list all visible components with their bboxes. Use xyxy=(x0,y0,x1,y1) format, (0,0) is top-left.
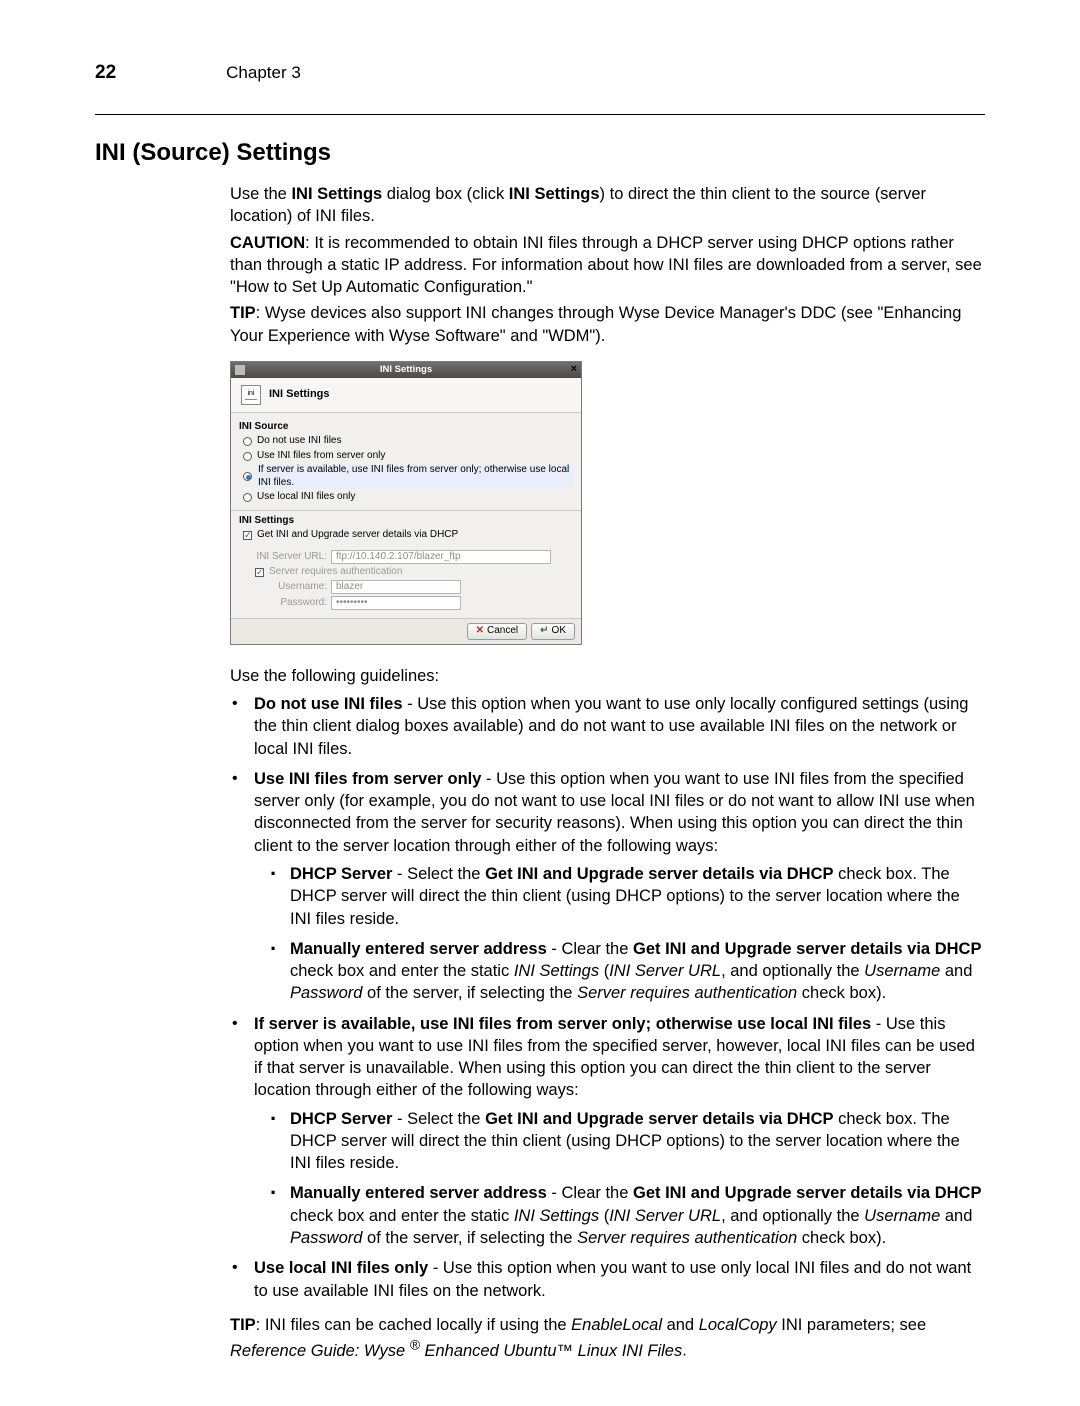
ini-settings-title: INI Settings xyxy=(239,515,573,528)
section-heading: INI (Source) Settings xyxy=(95,137,985,169)
radio-icon xyxy=(243,437,252,446)
checkbox-dhcp[interactable]: Get INI and Upgrade server details via D… xyxy=(243,529,573,542)
dialog-header-text: INI Settings xyxy=(269,388,330,402)
list-item: Manually entered server address - Clear … xyxy=(290,938,985,1005)
radio-icon xyxy=(243,452,252,461)
ini-settings-dialog: INI Settings × ini INI Settings INI Sour… xyxy=(230,361,582,645)
password-label: Password: xyxy=(249,597,327,610)
radio-do-not-use[interactable]: Do not use INI files xyxy=(243,435,573,448)
window-icon xyxy=(235,365,245,375)
dialog-title: INI Settings xyxy=(231,364,581,376)
cancel-icon: ✕ xyxy=(476,625,484,638)
username-label: Username: xyxy=(249,581,327,594)
intro-block: Use the INI Settings dialog box (click I… xyxy=(230,183,985,1302)
username-input[interactable]: blazer xyxy=(331,580,461,594)
caution-paragraph: CAUTION: It is recommended to obtain INI… xyxy=(230,232,985,299)
dialog-button-bar: ✕Cancel ↵OK xyxy=(231,618,581,644)
guidelines-list: Do not use INI files - Use this option w… xyxy=(230,693,985,1302)
radio-icon xyxy=(243,472,252,481)
list-item: Use INI files from server only - Use thi… xyxy=(254,768,985,1005)
list-item: Manually entered server address - Clear … xyxy=(290,1182,985,1249)
ok-button[interactable]: ↵OK xyxy=(531,623,575,640)
radio-icon xyxy=(243,493,252,502)
radio-server-else-local[interactable]: If server is available, use INI files fr… xyxy=(243,464,573,489)
close-icon[interactable]: × xyxy=(571,363,577,377)
password-input[interactable]: ••••••••• xyxy=(331,596,461,610)
page-number: 22 xyxy=(95,60,116,86)
divider xyxy=(231,510,581,511)
url-input[interactable]: ftp://10.140.2.107/blazer_ftp xyxy=(331,550,551,564)
ok-icon: ↵ xyxy=(540,625,548,638)
ini-source-title: INI Source xyxy=(239,421,573,434)
guidelines-intro: Use the following guidelines: xyxy=(230,665,985,687)
list-item: Use local INI files only - Use this opti… xyxy=(254,1257,985,1302)
url-label: INI Server URL: xyxy=(249,551,327,564)
list-item: Do not use INI files - Use this option w… xyxy=(254,693,985,760)
field-url: INI Server URL: ftp://10.140.2.107/blaze… xyxy=(249,550,573,564)
intro-paragraph: Use the INI Settings dialog box (click I… xyxy=(230,183,985,228)
chapter-label: Chapter 3 xyxy=(226,62,301,85)
field-password: Password: ••••••••• xyxy=(249,596,573,610)
tip-footer: TIP: INI files can be cached locally if … xyxy=(230,1314,985,1362)
checkbox-icon xyxy=(255,568,264,577)
list-item: DHCP Server - Select the Get INI and Upg… xyxy=(290,863,985,930)
page: 22 Chapter 3 INI (Source) Settings Use t… xyxy=(0,0,1080,1406)
list-item: DHCP Server - Select the Get INI and Upg… xyxy=(290,1108,985,1175)
checkbox-icon xyxy=(243,531,252,540)
list-item: If server is available, use INI files fr… xyxy=(254,1013,985,1250)
cancel-button[interactable]: ✕Cancel xyxy=(467,623,528,640)
page-header: 22 Chapter 3 xyxy=(95,60,985,115)
ini-file-icon: ini xyxy=(241,385,261,405)
radio-server-only[interactable]: Use INI files from server only xyxy=(243,450,573,463)
sublist: DHCP Server - Select the Get INI and Upg… xyxy=(254,863,985,1005)
tip-paragraph: TIP: Wyse devices also support INI chang… xyxy=(230,302,985,347)
sublist: DHCP Server - Select the Get INI and Upg… xyxy=(254,1108,985,1250)
dialog-header: ini INI Settings xyxy=(231,378,581,413)
dialog-body: INI Source Do not use INI files Use INI … xyxy=(231,413,581,619)
dialog-titlebar[interactable]: INI Settings × xyxy=(231,362,581,378)
field-username: Username: blazer xyxy=(249,580,573,594)
radio-local-only[interactable]: Use local INI files only xyxy=(243,491,573,504)
checkbox-auth[interactable]: Server requires authentication xyxy=(255,566,573,579)
